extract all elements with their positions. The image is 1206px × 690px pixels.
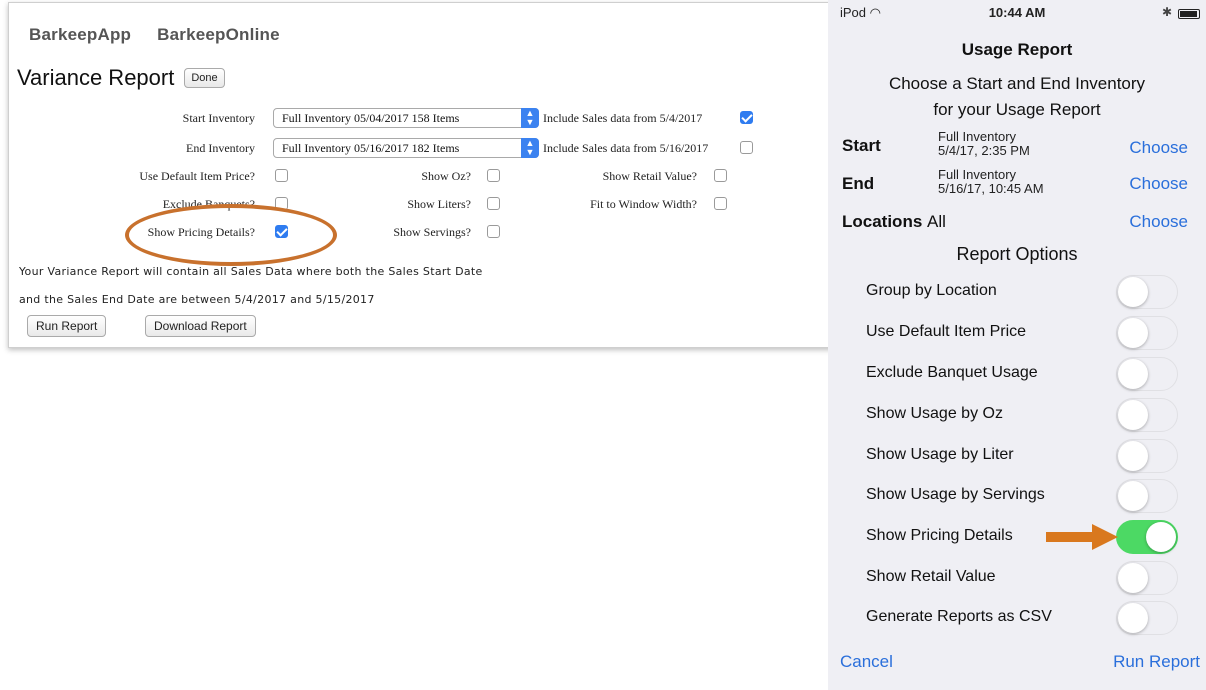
end-inventory-name: Full Inventory xyxy=(938,167,1017,182)
usage-report-title: Usage Report xyxy=(961,40,1073,59)
option-row-show-usage-by-servings: Show Usage by Servings xyxy=(828,476,1206,516)
battery-icon xyxy=(1178,9,1200,19)
toggle-knob xyxy=(1118,481,1148,511)
page-title: Variance Report xyxy=(17,65,175,90)
option-row-use-default-item-price: Use Default Item Price xyxy=(828,313,1206,353)
phone-usage-report-screen: iPod ◠ 10:44 AM ✱ Usage Report Choose a … xyxy=(828,0,1206,690)
phone-run-report-button[interactable]: Run Report xyxy=(1113,652,1200,672)
nav-barkeeponline[interactable]: BarkeepOnline xyxy=(157,25,280,45)
toggle-knob xyxy=(1118,400,1148,430)
web-variance-report-panel: BarkeepApp BarkeepOnline Variance Report… xyxy=(8,2,836,348)
fit-to-window-checkbox[interactable] xyxy=(714,197,727,210)
select-stepper-icon: ▲ ▼ xyxy=(521,108,539,128)
option-row-show-retail-value: Show Retail Value xyxy=(828,558,1206,598)
end-inventory-value: Full Inventory 05/16/2017 182 Items xyxy=(282,141,460,155)
nav-barkeepapp[interactable]: BarkeepApp xyxy=(29,25,131,45)
start-label: Start xyxy=(842,136,881,155)
start-inventory-name: Full Inventory xyxy=(938,129,1017,144)
locations-value: All xyxy=(927,212,946,231)
start-inventory-info: Full Inventory 5/4/17, 2:35 PM xyxy=(938,130,1030,158)
generate-reports-as-csv-toggle[interactable] xyxy=(1116,601,1178,635)
show-usage-by-liter-toggle[interactable] xyxy=(1116,439,1178,473)
show-usage-by-servings-toggle[interactable] xyxy=(1116,479,1178,513)
status-time: 10:44 AM xyxy=(988,5,1046,20)
bluetooth-icon: ✱ xyxy=(1161,5,1172,19)
show-servings-checkbox[interactable] xyxy=(487,225,500,238)
toggle-knob xyxy=(1118,563,1148,593)
end-include-checkbox[interactable] xyxy=(740,141,753,154)
toggle-knob xyxy=(1118,359,1148,389)
choose-locations-button[interactable]: Choose xyxy=(1129,212,1188,232)
fit-to-window-label: Fit to Window Width? xyxy=(590,197,697,211)
option-row-generate-reports-as-csv: Generate Reports as CSV xyxy=(828,598,1206,638)
option-label: Use Default Item Price xyxy=(866,323,1027,340)
end-inventory-label: End Inventory xyxy=(186,141,255,155)
toggle-knob xyxy=(1118,603,1148,633)
group-by-location-toggle[interactable] xyxy=(1116,275,1178,309)
subtitle-line1: Choose a Start and End Inventory xyxy=(888,74,1146,93)
option-label: Show Usage by Oz xyxy=(866,405,1003,422)
option-row-exclude-banquet-usage: Exclude Banquet Usage xyxy=(828,354,1206,394)
show-pricing-details-toggle[interactable] xyxy=(1116,520,1178,554)
start-include-label: Include Sales data from 5/4/2017 xyxy=(543,111,703,125)
download-report-button[interactable]: Download Report xyxy=(145,315,256,337)
choose-start-button[interactable]: Choose xyxy=(1129,138,1188,158)
subtitle-line2: for your Usage Report xyxy=(933,100,1101,119)
page-title-row: Variance Report Done xyxy=(17,65,225,91)
use-default-price-label: Use Default Item Price? xyxy=(139,169,255,183)
start-inventory-value: Full Inventory 05/04/2017 158 Items xyxy=(282,111,460,125)
option-row-show-usage-by-oz: Show Usage by Oz xyxy=(828,395,1206,435)
report-note-line1: Your Variance Report will contain all Sa… xyxy=(19,265,483,278)
toggle-knob xyxy=(1118,441,1148,471)
show-liters-label: Show Liters? xyxy=(407,197,471,211)
show-oz-checkbox[interactable] xyxy=(487,169,500,182)
use-default-price-checkbox[interactable] xyxy=(275,169,288,182)
done-button[interactable]: Done xyxy=(184,68,225,88)
option-row-show-pricing-details: Show Pricing Details xyxy=(828,517,1206,557)
option-row-group-by-location: Group by Location xyxy=(828,272,1206,312)
web-nav: BarkeepApp BarkeepOnline xyxy=(29,25,280,45)
end-inventory-select[interactable]: Full Inventory 05/16/2017 182 Items ▲ ▼ xyxy=(273,138,539,158)
option-label: Exclude Banquet Usage xyxy=(866,364,1038,381)
show-liters-checkbox[interactable] xyxy=(487,197,500,210)
locations-row: Locations All xyxy=(842,212,946,232)
end-inventory-date: 5/16/17, 10:45 AM xyxy=(938,181,1044,196)
option-label: Group by Location xyxy=(866,282,997,299)
option-label: Show Pricing Details xyxy=(866,527,1013,544)
arrow-right-icon xyxy=(1046,524,1118,550)
run-report-button[interactable]: Run Report xyxy=(27,315,107,337)
choose-end-button[interactable]: Choose xyxy=(1129,174,1188,194)
report-note-line2: and the Sales End Date are between 5/4/2… xyxy=(19,293,375,306)
option-label: Show Usage by Servings xyxy=(866,486,1045,503)
end-label: End xyxy=(842,174,875,193)
report-options-heading: Report Options xyxy=(956,244,1078,264)
use-default-item-price-toggle[interactable] xyxy=(1116,316,1178,350)
show-oz-label: Show Oz? xyxy=(421,169,471,183)
start-inventory-date: 5/4/17, 2:35 PM xyxy=(938,143,1030,158)
toggle-knob xyxy=(1118,277,1148,307)
start-include-checkbox[interactable] xyxy=(740,111,753,124)
show-retail-value-checkbox[interactable] xyxy=(714,169,727,182)
locations-label: Locations xyxy=(842,212,923,231)
option-label: Show Retail Value xyxy=(866,568,996,585)
option-row-show-usage-by-liter: Show Usage by Liter xyxy=(828,436,1206,476)
end-inventory-info: Full Inventory 5/16/17, 10:45 AM xyxy=(938,168,1044,196)
exclude-banquet-usage-toggle[interactable] xyxy=(1116,357,1178,391)
start-inventory-select[interactable]: Full Inventory 05/04/2017 158 Items ▲ ▼ xyxy=(273,108,539,128)
show-retail-value-label: Show Retail Value? xyxy=(602,169,697,183)
highlight-ellipse-annotation xyxy=(125,204,337,266)
show-usage-by-oz-toggle[interactable] xyxy=(1116,398,1178,432)
status-bar: iPod ◠ 10:44 AM ✱ xyxy=(828,0,1206,26)
toggle-knob xyxy=(1118,318,1148,348)
end-include-label: Include Sales data from 5/16/2017 xyxy=(543,141,709,155)
cancel-button[interactable]: Cancel xyxy=(840,652,893,672)
toggle-knob xyxy=(1146,522,1176,552)
option-label: Show Usage by Liter xyxy=(866,446,1014,463)
option-label: Generate Reports as CSV xyxy=(866,608,1052,625)
show-servings-label: Show Servings? xyxy=(393,225,471,239)
start-inventory-label: Start Inventory xyxy=(182,111,255,125)
select-stepper-icon: ▲ ▼ xyxy=(521,138,539,158)
show-retail-value-toggle[interactable] xyxy=(1116,561,1178,595)
